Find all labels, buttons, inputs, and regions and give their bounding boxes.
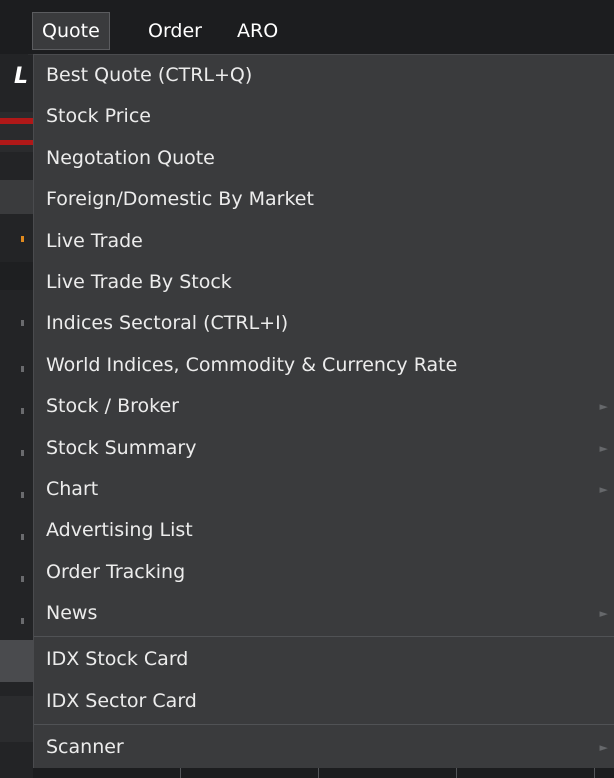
menu-item-label: Foreign/Domestic By Market	[46, 188, 314, 211]
menu-item-scanner[interactable]: Scanner ►	[34, 727, 614, 768]
background-tick	[21, 618, 24, 624]
app-window: L Quote Order ARO Best Quote (CTRL+Q) St…	[0, 0, 614, 778]
menu-item-label: Stock Summary	[46, 436, 197, 459]
background-row	[0, 696, 33, 742]
menu-item-label: Chart	[46, 477, 99, 500]
background-row	[0, 640, 33, 682]
background-tick	[21, 492, 24, 498]
menu-item-advertising-list[interactable]: Advertising List	[34, 510, 614, 551]
background-tick	[21, 366, 24, 372]
menu-quote[interactable]: Quote	[32, 12, 110, 50]
background-tick	[21, 236, 24, 242]
submenu-arrow-icon: ►	[599, 482, 608, 496]
background-tick	[21, 408, 24, 414]
menu-item-label: Indices Sectoral (CTRL+I)	[46, 312, 289, 335]
quote-dropdown-menu: Best Quote (CTRL+Q) Stock Price Negotati…	[33, 54, 614, 768]
menu-item-best-quote[interactable]: Best Quote (CTRL+Q)	[34, 55, 614, 96]
menu-aro[interactable]: ARO	[228, 12, 287, 50]
menu-item-order-tracking[interactable]: Order Tracking	[34, 552, 614, 593]
menu-bar: Quote Order ARO	[28, 8, 614, 55]
menu-item-label: Advertising List	[46, 519, 193, 542]
submenu-arrow-icon: ►	[599, 400, 608, 414]
menu-item-world-indices[interactable]: World Indices, Commodity & Currency Rate	[34, 345, 614, 386]
menu-item-negotation-quote[interactable]: Negotation Quote	[34, 138, 614, 179]
menu-item-stock-broker[interactable]: Stock / Broker ►	[34, 386, 614, 427]
menu-item-chart[interactable]: Chart ►	[34, 469, 614, 510]
menu-item-label: News	[46, 602, 98, 625]
menu-item-label: Scanner	[46, 736, 124, 759]
menu-item-stock-price[interactable]: Stock Price	[34, 96, 614, 137]
menu-item-label: Live Trade By Stock	[46, 270, 232, 293]
menu-item-idx-sector-card[interactable]: IDX Sector Card	[34, 681, 614, 722]
menu-item-stock-summary[interactable]: Stock Summary ►	[34, 428, 614, 469]
menu-item-label: Negotation Quote	[46, 146, 215, 169]
menu-separator	[34, 636, 614, 638]
menu-item-label: Best Quote (CTRL+Q)	[46, 64, 253, 86]
menu-item-label: World Indices, Commodity & Currency Rate	[46, 353, 458, 376]
menu-item-indices-sectoral[interactable]: Indices Sectoral (CTRL+I)	[34, 303, 614, 344]
background-row	[0, 180, 33, 214]
menu-item-label: IDX Stock Card	[46, 648, 189, 671]
background-row	[0, 262, 33, 290]
menu-item-label: Live Trade	[46, 229, 143, 252]
background-tick	[21, 534, 24, 540]
menu-item-label: IDX Sector Card	[46, 689, 197, 712]
menu-item-live-trade-by-stock[interactable]: Live Trade By Stock	[34, 262, 614, 303]
submenu-arrow-icon: ►	[599, 441, 608, 455]
menu-item-label: Stock / Broker	[46, 395, 179, 418]
menu-item-foreign-domestic[interactable]: Foreign/Domestic By Market	[34, 179, 614, 220]
background-tick	[21, 450, 24, 456]
menu-order[interactable]: Order	[139, 12, 211, 50]
submenu-arrow-icon: ►	[599, 741, 608, 755]
menu-item-label: Order Tracking	[46, 560, 186, 583]
menu-separator	[34, 724, 614, 726]
background-tick	[21, 576, 24, 582]
menu-item-live-trade[interactable]: Live Trade	[34, 221, 614, 262]
menu-item-label: Stock Price	[46, 105, 151, 128]
menu-item-news[interactable]: News ►	[34, 593, 614, 634]
background-row	[0, 112, 33, 152]
submenu-arrow-icon: ►	[599, 607, 608, 621]
menu-item-idx-stock-card[interactable]: IDX Stock Card	[34, 639, 614, 680]
background-logo-letter: L	[14, 64, 29, 89]
background-tick	[21, 320, 24, 326]
